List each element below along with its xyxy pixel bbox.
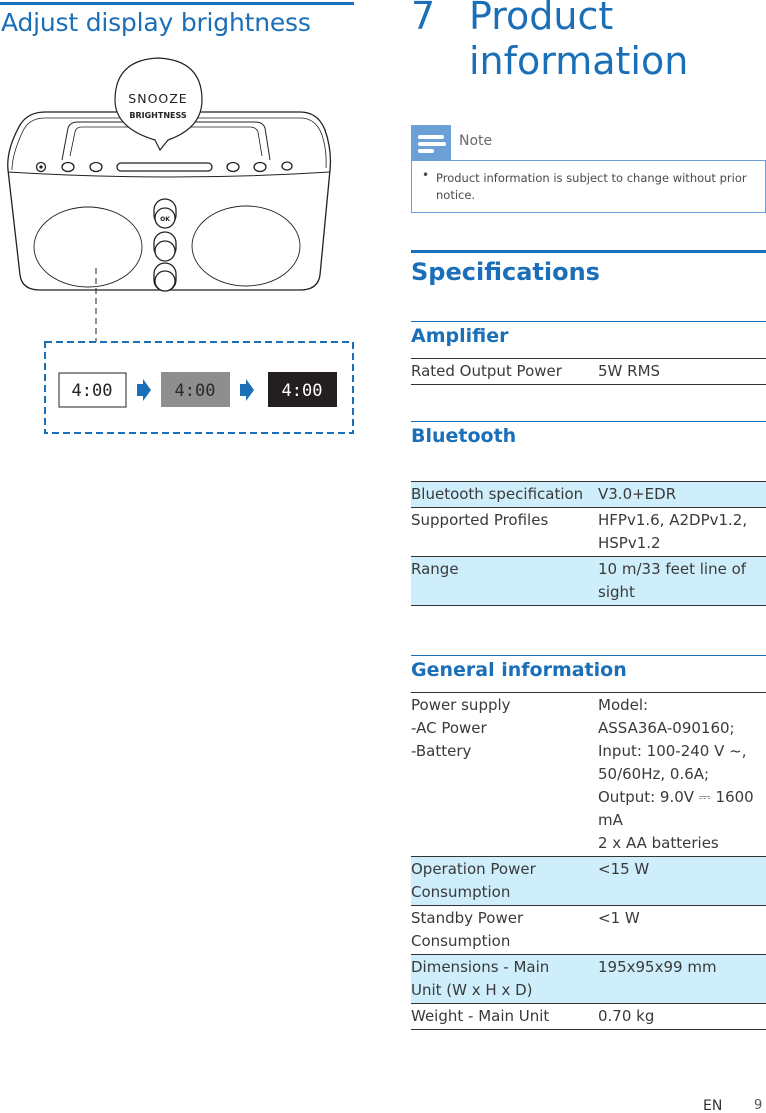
row-value: HFPv1.6, A2DPv1.2, HSPv1.2: [598, 511, 748, 552]
bullet: •: [422, 168, 430, 182]
display-dim: 4:00: [161, 372, 230, 407]
svg-text:4:00: 4:00: [175, 381, 216, 401]
row-label: Rated Output Power: [411, 362, 562, 380]
row-label: Bluetooth specification: [411, 485, 584, 503]
table-row: Supported Profiles HFPv1.6, A2DPv1.2, HS…: [411, 507, 766, 556]
row-value: 5W RMS: [598, 362, 661, 380]
table-row: Operation Power Consumption <15 W: [411, 856, 766, 905]
page-number: 9: [754, 1098, 763, 1113]
section-rule: [0, 2, 354, 5]
table-row: Bluetooth specification V3.0+EDR: [411, 481, 766, 507]
specifications-title: Specifications: [411, 258, 600, 286]
svg-text:BRIGHTNESS: BRIGHTNESS: [129, 111, 187, 120]
right-arrow-icon: [240, 379, 254, 401]
chapter-number: 7: [411, 0, 436, 38]
subsection-rule: [411, 655, 766, 656]
subsection-rule: [411, 321, 766, 322]
row-value: V3.0+EDR: [598, 485, 677, 503]
general-table: Power supply -AC Power -Battery Model: A…: [411, 692, 766, 1030]
table-row: Range 10 m/33 feet line of sight: [411, 556, 766, 606]
right-arrow-icon: [137, 379, 151, 401]
display-dark: 4:00: [268, 372, 337, 407]
language-code: EN: [703, 1098, 723, 1113]
table-row: Dimensions - Main Unit (W x H x D) 195x9…: [411, 954, 766, 1003]
section-rule: [411, 250, 766, 253]
bluetooth-title: Bluetooth: [411, 425, 517, 447]
amplifier-table: Rated Output Power 5W RMS: [411, 358, 766, 385]
row-value: 195x95x99 mm: [598, 958, 717, 976]
row-label: Supported Profiles: [411, 511, 549, 529]
row-value: Model: ASSA36A-090160; Input: 100-240 V …: [598, 696, 754, 852]
chapter-title: Product information: [469, 0, 689, 83]
row-label: Power supply -AC Power -Battery: [411, 696, 511, 760]
row-label: Operation Power Consumption: [411, 860, 536, 901]
note-label: Note: [459, 133, 493, 149]
table-row: Standby Power Consumption <1 W: [411, 905, 766, 954]
svg-text:4:00: 4:00: [72, 381, 113, 401]
table-row: Power supply -AC Power -Battery Model: A…: [411, 692, 766, 856]
speaker-illustration: OK SNOOZE BRIGHTNESS 4:00 4:00 4:00: [7, 57, 354, 434]
row-label: Weight - Main Unit: [411, 1007, 550, 1025]
table-row: Weight - Main Unit 0.70 kg: [411, 1003, 766, 1030]
note-lines-icon: [411, 125, 451, 160]
amplifier-title: Amplifier: [411, 325, 509, 347]
subsection-rule: [411, 421, 766, 422]
svg-text:SNOOZE: SNOOZE: [128, 91, 187, 106]
row-label: Dimensions - Main Unit (W x H x D): [411, 958, 550, 999]
display-bright: 4:00: [58, 372, 127, 408]
section-title: Adjust display brightness: [1, 8, 311, 37]
general-information-title: General information: [411, 659, 627, 681]
row-label: Standby Power Consumption: [411, 909, 524, 950]
row-value: 0.70 kg: [598, 1007, 655, 1025]
svg-text:4:00: 4:00: [282, 381, 323, 401]
svg-text:OK: OK: [160, 216, 170, 223]
note-text: Product information is subject to change…: [436, 171, 747, 202]
row-value: <1 W: [598, 909, 640, 927]
row-value: <15 W: [598, 860, 650, 878]
row-value: 10 m/33 feet line of sight: [598, 560, 747, 601]
row-label: Range: [411, 560, 459, 578]
table-row: Rated Output Power 5W RMS: [411, 358, 766, 385]
bluetooth-table: Bluetooth specification V3.0+EDR Support…: [411, 481, 766, 606]
